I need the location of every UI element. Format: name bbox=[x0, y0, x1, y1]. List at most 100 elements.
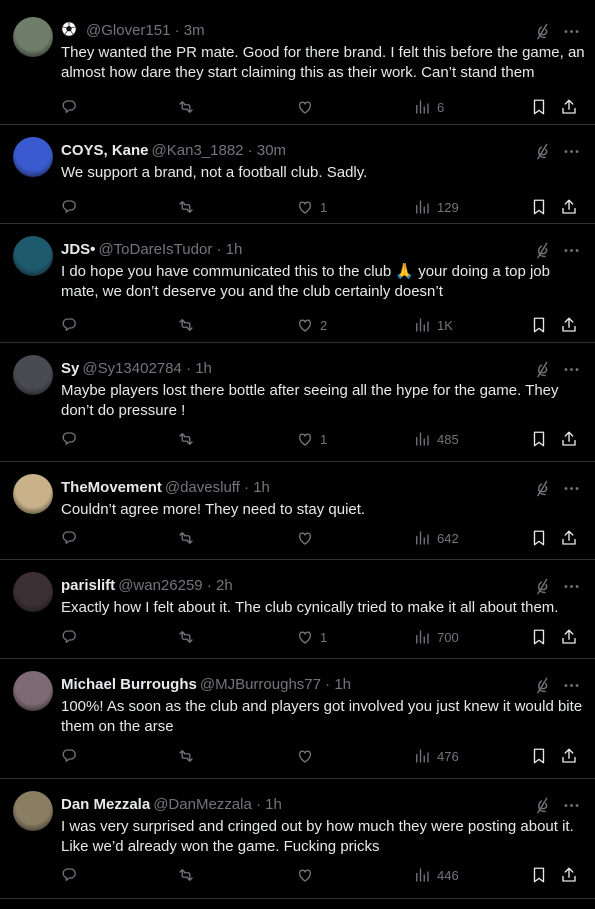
tweet[interactable]: Dan Mezzala @DanMezzala · 1h I was very su… bbox=[0, 779, 595, 899]
timestamp[interactable]: 1h bbox=[334, 676, 351, 693]
handle-and-time[interactable]: @MJBurroughs77 · 1h bbox=[200, 676, 351, 693]
views-button[interactable]: 129 bbox=[413, 197, 459, 217]
bookmark-button[interactable] bbox=[530, 746, 548, 766]
views-button[interactable]: 700 bbox=[413, 627, 459, 647]
like-button[interactable]: 1 bbox=[296, 627, 327, 647]
like-button[interactable] bbox=[296, 97, 320, 117]
avatar[interactable] bbox=[13, 572, 53, 612]
grok-icon[interactable] bbox=[534, 479, 553, 498]
timestamp[interactable]: 30m bbox=[257, 142, 286, 159]
handle[interactable]: @DanMezzala bbox=[153, 796, 252, 813]
display-name[interactable]: JDS• bbox=[61, 241, 95, 258]
grok-icon[interactable] bbox=[534, 360, 553, 379]
share-button[interactable] bbox=[560, 865, 578, 885]
more-options-icon[interactable] bbox=[562, 360, 581, 379]
handle-and-time[interactable]: @Sy13402784 · 1h bbox=[82, 360, 212, 377]
more-options-icon[interactable] bbox=[562, 22, 581, 41]
bookmark-button[interactable] bbox=[530, 429, 548, 449]
views-button[interactable]: 1K bbox=[413, 315, 453, 335]
timestamp[interactable]: 1h bbox=[253, 479, 270, 496]
tweet[interactable]: TheMovement @davesluff · 1h Couldn’t agree… bbox=[0, 462, 595, 560]
grok-icon[interactable] bbox=[534, 577, 553, 596]
reply-button[interactable] bbox=[61, 865, 85, 885]
reply-button[interactable] bbox=[61, 197, 85, 217]
avatar[interactable] bbox=[13, 474, 53, 514]
like-button[interactable] bbox=[296, 746, 320, 766]
handle[interactable]: @Glover151 bbox=[86, 22, 170, 39]
avatar[interactable] bbox=[13, 236, 53, 276]
tweet[interactable]: parislift @wan26259 · 2h Exactly how I fel… bbox=[0, 560, 595, 659]
grok-icon[interactable] bbox=[534, 22, 553, 41]
tweet[interactable]: Michael Burroughs @MJBurroughs77 · 1h 100%… bbox=[0, 659, 595, 779]
grok-icon[interactable] bbox=[534, 241, 553, 260]
like-button[interactable] bbox=[296, 865, 320, 885]
views-button[interactable]: 485 bbox=[413, 429, 459, 449]
reply-button[interactable] bbox=[61, 528, 85, 548]
more-options-icon[interactable] bbox=[562, 676, 581, 695]
bookmark-button[interactable] bbox=[530, 197, 548, 217]
handle[interactable]: @Kan3_1882 bbox=[152, 142, 244, 159]
handle-and-time[interactable]: @Glover151 · 3m bbox=[86, 22, 205, 39]
handle-and-time[interactable]: @wan26259 · 2h bbox=[118, 577, 233, 594]
bookmark-button[interactable] bbox=[530, 528, 548, 548]
share-button[interactable] bbox=[560, 746, 578, 766]
bookmark-button[interactable] bbox=[530, 627, 548, 647]
handle-and-time[interactable]: @Kan3_1882 · 30m bbox=[152, 142, 287, 159]
display-name[interactable]: parislift bbox=[61, 577, 115, 594]
like-button[interactable]: 2 bbox=[296, 315, 327, 335]
repost-button[interactable] bbox=[177, 97, 201, 117]
share-button[interactable] bbox=[560, 315, 578, 335]
handle[interactable]: @davesluff bbox=[165, 479, 240, 496]
handle[interactable]: @ToDareIsTudor bbox=[98, 241, 212, 258]
avatar[interactable] bbox=[13, 137, 53, 177]
display-name[interactable]: Dan Mezzala bbox=[61, 796, 150, 813]
tweet[interactable]: @Glover151 · 3m They wanted the PR mate. … bbox=[0, 5, 595, 125]
views-button[interactable]: 6 bbox=[413, 97, 444, 117]
share-button[interactable] bbox=[560, 627, 578, 647]
handle[interactable]: @Sy13402784 bbox=[82, 360, 181, 377]
like-button[interactable] bbox=[296, 528, 320, 548]
timestamp[interactable]: 1h bbox=[265, 796, 282, 813]
share-button[interactable] bbox=[560, 197, 578, 217]
more-options-icon[interactable] bbox=[562, 796, 581, 815]
more-options-icon[interactable] bbox=[562, 142, 581, 161]
share-button[interactable] bbox=[560, 97, 578, 117]
avatar[interactable] bbox=[13, 671, 53, 711]
reply-button[interactable] bbox=[61, 429, 85, 449]
timestamp[interactable]: 1h bbox=[195, 360, 212, 377]
reply-button[interactable] bbox=[61, 746, 85, 766]
display-name[interactable]: Michael Burroughs bbox=[61, 676, 197, 693]
avatar[interactable] bbox=[13, 355, 53, 395]
repost-button[interactable] bbox=[177, 429, 201, 449]
reply-button[interactable] bbox=[61, 627, 85, 647]
handle[interactable]: @wan26259 bbox=[118, 577, 202, 594]
like-button[interactable]: 1 bbox=[296, 429, 327, 449]
display-name[interactable]: Sy bbox=[61, 360, 79, 377]
handle[interactable]: @MJBurroughs77 bbox=[200, 676, 321, 693]
grok-icon[interactable] bbox=[534, 142, 553, 161]
share-button[interactable] bbox=[560, 528, 578, 548]
avatar[interactable] bbox=[13, 17, 53, 57]
timestamp[interactable]: 1h bbox=[226, 241, 243, 258]
more-options-icon[interactable] bbox=[562, 479, 581, 498]
grok-icon[interactable] bbox=[534, 796, 553, 815]
repost-button[interactable] bbox=[177, 528, 201, 548]
reply-button[interactable] bbox=[61, 97, 85, 117]
display-name[interactable]: COYS, Kane bbox=[61, 142, 149, 159]
more-options-icon[interactable] bbox=[562, 577, 581, 596]
bookmark-button[interactable] bbox=[530, 315, 548, 335]
bookmark-button[interactable] bbox=[530, 97, 548, 117]
repost-button[interactable] bbox=[177, 315, 201, 335]
handle-and-time[interactable]: @ToDareIsTudor · 1h bbox=[98, 241, 242, 258]
repost-button[interactable] bbox=[177, 627, 201, 647]
bookmark-button[interactable] bbox=[530, 865, 548, 885]
tweet[interactable]: JDS• @ToDareIsTudor · 1h I do hope you hav… bbox=[0, 224, 595, 343]
tweet[interactable]: Sy @Sy13402784 · 1h Maybe players lost the… bbox=[0, 343, 595, 462]
repost-button[interactable] bbox=[177, 865, 201, 885]
views-button[interactable]: 642 bbox=[413, 528, 459, 548]
display-name[interactable]: TheMovement bbox=[61, 479, 162, 496]
timestamp[interactable]: 2h bbox=[216, 577, 233, 594]
repost-button[interactable] bbox=[177, 746, 201, 766]
tweet[interactable]: COYS, Kane @Kan3_1882 · 30m We support a b… bbox=[0, 125, 595, 224]
views-button[interactable]: 476 bbox=[413, 746, 459, 766]
